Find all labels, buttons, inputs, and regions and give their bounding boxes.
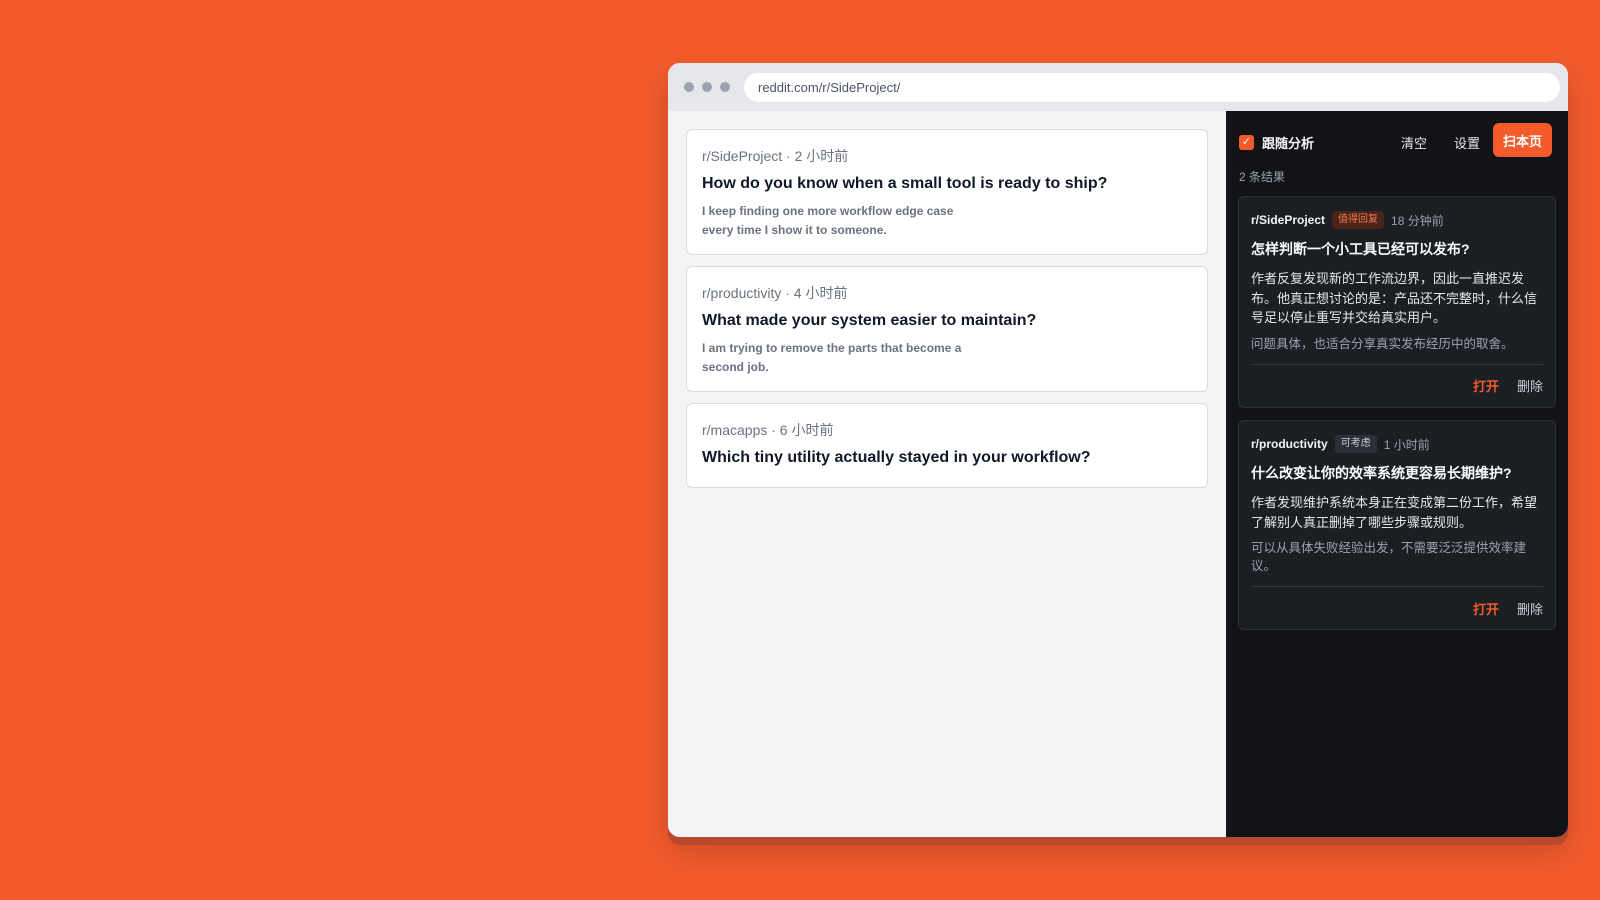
analysis-panel: ✓ 跟随分析 清空 设置 扫本页 2 条结果 r/SideProject 值得回… (1226, 111, 1568, 837)
priority-badge: 值得回复 (1332, 211, 1385, 229)
reddit-feed: r/SideProject · 2 小时前 How do you know wh… (668, 111, 1226, 837)
post-title[interactable]: Which tiny utility actually stayed in yo… (702, 449, 1192, 467)
delete-button[interactable]: 删除 (1517, 599, 1543, 618)
follow-label: 跟随分析 (1262, 136, 1315, 151)
window-controls (684, 82, 730, 92)
result-card-header: r/SideProject 值得回复 18 分钟前 (1251, 211, 1543, 229)
browser-window: reddit.com/r/SideProject/ r/SideProject … (668, 63, 1568, 837)
result-note: 可以从具体失败经验出发，不需要泛泛提供效率建议。 (1251, 539, 1543, 587)
delete-button[interactable]: 删除 (1517, 376, 1543, 395)
result-card-header: r/productivity 可考虑 1 小时前 (1251, 435, 1543, 453)
post-title[interactable]: How do you know when a small tool is rea… (702, 175, 1192, 193)
follow-analysis-toggle[interactable]: ✓ 跟随分析 (1239, 133, 1314, 152)
minimize-window-dot[interactable] (702, 82, 712, 92)
browser-titlebar: reddit.com/r/SideProject/ (668, 63, 1568, 111)
priority-badge: 可考虑 (1334, 435, 1377, 453)
result-count: 2 条结果 (1239, 170, 1286, 184)
address-bar-url: reddit.com/r/SideProject/ (758, 79, 901, 95)
feed-post[interactable]: r/macapps · 6 小时前 Which tiny utility act… (686, 403, 1208, 488)
result-summary: 作者发现维护系统本身正在变成第二份工作，希望了解别人真正删掉了哪些步骤或规则。 (1251, 495, 1538, 530)
post-meta: r/productivity · 4 小时前 (702, 285, 848, 301)
result-time: 1 小时前 (1383, 437, 1430, 452)
feed-post[interactable]: r/productivity · 4 小时前 What made your sy… (686, 266, 1208, 392)
settings-button[interactable]: 设置 (1454, 133, 1480, 152)
post-body: I keep finding one more workflow edge ca… (702, 204, 954, 237)
post-meta: r/SideProject · 2 小时前 (702, 148, 849, 164)
post-meta: r/macapps · 6 小时前 (702, 422, 834, 438)
result-note: 问题具体，也适合分享真实发布经历中的取舍。 (1251, 335, 1543, 365)
scan-page-button[interactable]: 扫本页 (1493, 123, 1552, 157)
result-title: 什么改变让你的效率系统更容易长期维护? (1251, 465, 1512, 481)
clear-button[interactable]: 清空 (1401, 133, 1427, 152)
result-summary: 作者反复发现新的工作流边界，因此一直推迟发布。他真正想讨论的是：产品还不完整时，… (1251, 271, 1538, 325)
result-subreddit: r/SideProject (1251, 213, 1326, 227)
result-actions: 打开 删除 (1251, 587, 1543, 629)
open-button[interactable]: 打开 (1473, 599, 1499, 618)
feed-post[interactable]: r/SideProject · 2 小时前 How do you know wh… (686, 129, 1208, 255)
address-bar[interactable]: reddit.com/r/SideProject/ (744, 72, 1560, 102)
follow-checkbox[interactable]: ✓ (1239, 135, 1254, 150)
result-subreddit: r/productivity (1251, 437, 1328, 451)
close-window-dot[interactable] (684, 82, 694, 92)
result-time: 18 分钟前 (1391, 213, 1444, 228)
result-card: r/SideProject 值得回复 18 分钟前 怎样判断一个小工具已经可以发… (1238, 196, 1556, 408)
post-title[interactable]: What made your system easier to maintain… (702, 312, 1192, 330)
post-body: I am trying to remove the parts that bec… (702, 341, 962, 374)
result-card: r/productivity 可考虑 1 小时前 什么改变让你的效率系统更容易长… (1238, 420, 1556, 630)
open-button[interactable]: 打开 (1473, 376, 1499, 395)
result-title: 怎样判断一个小工具已经可以发布? (1251, 241, 1470, 257)
zoom-window-dot[interactable] (720, 82, 730, 92)
result-actions: 打开 删除 (1251, 365, 1543, 407)
panel-toolbar: ✓ 跟随分析 清空 设置 扫本页 (1226, 123, 1568, 157)
